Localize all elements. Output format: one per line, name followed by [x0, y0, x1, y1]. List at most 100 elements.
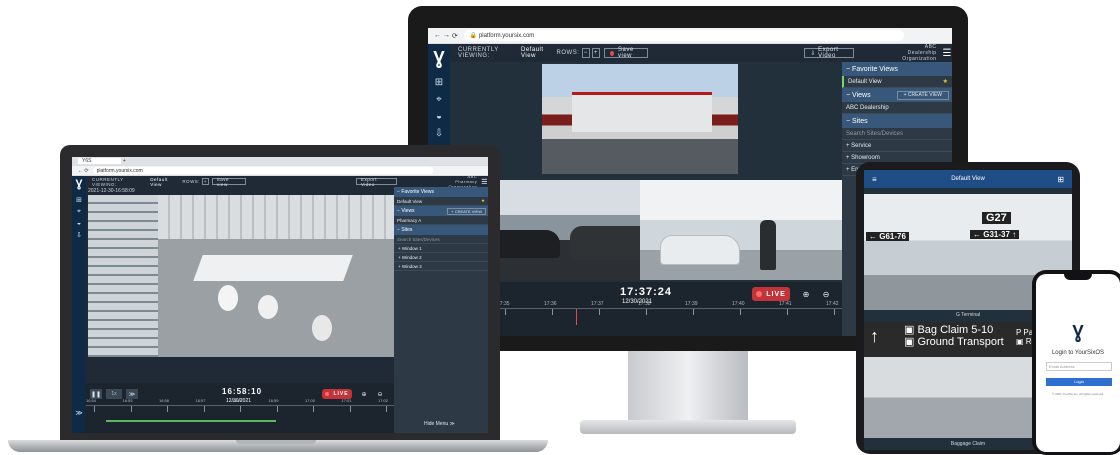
grid-icon[interactable]: ⊞ [1057, 175, 1064, 184]
phone-notch [1064, 274, 1092, 280]
rows-plus-button[interactable]: + [591, 48, 601, 58]
create-view-button[interactable]: + CREATE VIEW [896, 90, 949, 100]
time-tick-label: 17:00 [305, 398, 316, 403]
laptop: Y6S + ← ⟳ platform.yoursix.com CURRENTLY… [60, 145, 500, 441]
site-search-input[interactable]: Search Sites/Devices [842, 128, 952, 140]
speed-button[interactable]: 1x [106, 389, 122, 399]
time-tick [94, 406, 95, 412]
reload-icon[interactable]: ⟳ [452, 32, 458, 40]
browser-bar: ← → ⟳ 🔒 platform.yoursix.com [428, 28, 952, 44]
white-car-shape [660, 235, 740, 265]
currently-viewing-label: CURRENTLY VIEWING: [458, 47, 499, 59]
recording-bar [106, 420, 276, 422]
grid-icon[interactable]: ⊞ [435, 77, 443, 88]
favorite-views-header[interactable]: − Favorite Views [394, 187, 488, 197]
favorite-view-item[interactable]: Default View ★ [394, 197, 488, 206]
rows-label: ROWS: [556, 50, 580, 56]
export-video-button[interactable]: Export Video [356, 177, 397, 187]
monitor-timeline: ≫ 17:37:24 12/30/2021 LIVE ⊕ ⊖ 17:3417:3… [450, 282, 842, 336]
time-tick-label: 17:01 [341, 398, 352, 403]
save-view-button[interactable]: Save view [604, 47, 649, 59]
favorite-view-item[interactable]: Default View ★ [842, 76, 952, 88]
email-input[interactable]: Email Address [1046, 362, 1112, 371]
view-item[interactable]: Pharmacy A [394, 216, 488, 225]
tablet-title: Default View [951, 176, 985, 182]
download-icon[interactable]: ⇩ [76, 231, 82, 239]
person-shape [218, 285, 238, 311]
time-tick-label: 17:42 [826, 301, 839, 307]
views-header[interactable]: − Views + CREATE VIEW [842, 88, 952, 102]
yoursix-logo: Ɣ [75, 178, 83, 190]
up-arrow-icon: ↑ [870, 326, 879, 346]
time-tick-label: 16:56 [159, 398, 170, 403]
time-ruler[interactable]: 16:54 16:55 16:56 16:57 16:58 16:59 17:00 17:01… [86, 398, 394, 431]
site-item[interactable]: + Service [842, 140, 952, 152]
footer-text: © 2021 YourSix Inc. All rights reserved. [1052, 392, 1104, 396]
live-button[interactable]: LIVE [752, 287, 790, 301]
zoom-out-button[interactable]: ⊖ [818, 287, 834, 301]
views-header[interactable]: − Views + CREATE VIEW [394, 206, 488, 216]
site-item[interactable]: + Window 3 [394, 262, 488, 271]
rows-plus-button[interactable]: + [201, 178, 209, 185]
sites-header[interactable]: − Sites [842, 114, 952, 128]
map-pin-icon[interactable]: ⌖ [436, 94, 442, 105]
baggage-sign: ▣ Bag Claim 5-10 ▣ Ground Transport [904, 324, 1004, 348]
camera-icon[interactable]: ◒ [77, 220, 81, 227]
favorite-views-header[interactable]: − Favorite Views [842, 62, 952, 76]
camera-tile-service[interactable] [542, 64, 738, 174]
laptop-left-rail: Ɣ ⊞ ⌖ ◒ ⇩ ≫ [72, 176, 86, 433]
camera-tile-pharmacy[interactable] [88, 195, 394, 357]
forward-icon[interactable]: → [443, 32, 450, 39]
map-pin-icon[interactable]: ⌖ [77, 208, 81, 216]
time-tick [313, 406, 314, 412]
expand-icon[interactable]: ≫ [75, 409, 82, 417]
site-search-input[interactable]: Search Sites/Devices [394, 235, 488, 244]
camera-icon[interactable]: ◒ [436, 111, 442, 122]
reload-icon[interactable]: ⟳ [84, 168, 88, 174]
zoom-in-button[interactable]: ⊕ [358, 389, 370, 399]
url-text: platform.yoursix.com [478, 32, 535, 39]
save-view-button[interactable]: Save view [211, 177, 246, 187]
export-video-button[interactable]: ⇩ Export Video [804, 47, 855, 59]
time-tick [646, 309, 647, 315]
address-bar[interactable]: 🔒 platform.yoursix.com [463, 30, 904, 41]
star-icon[interactable]: ★ [481, 198, 485, 204]
time-tick-label: 16:54 [86, 398, 97, 403]
time-tick-label: 17:39 [685, 301, 698, 307]
login-button[interactable]: Login [1046, 378, 1112, 386]
back-icon[interactable]: ← [434, 32, 441, 39]
sites-header[interactable]: − Sites [394, 225, 488, 235]
view-item[interactable]: ABC Dealership [842, 102, 952, 114]
current-view-name: Default View [521, 47, 544, 59]
person-shape-3 [312, 315, 332, 341]
time-tick [130, 406, 132, 412]
create-view-button[interactable]: + CREATE VIEW [447, 207, 486, 215]
laptop-side-panel: − Favorite Views Default View ★ − Views + … [394, 187, 488, 433]
login-title: Login to YourSixOS [1051, 350, 1105, 356]
hamburger-menu-icon[interactable]: ☰ [481, 178, 488, 186]
menu-icon[interactable]: ≡ [872, 175, 877, 184]
star-icon[interactable]: ★ [943, 78, 948, 85]
laptop-screen: Y6S + ← ⟳ platform.yoursix.com CURRENTLY… [72, 157, 488, 433]
time-tick [203, 406, 205, 412]
zoom-in-button[interactable]: ⊕ [798, 287, 814, 301]
rows-minus-button[interactable]: − [581, 48, 590, 58]
time-tick-label: 17:40 [732, 301, 745, 307]
back-icon[interactable]: ← [78, 168, 83, 174]
hamburger-menu-icon[interactable]: ☰ [943, 48, 952, 59]
playhead[interactable] [576, 309, 577, 325]
download-icon[interactable]: ⇩ [435, 128, 443, 139]
phone: Ɣ Login to YourSixOS Email Address Login… [1032, 270, 1120, 455]
tab[interactable]: Y6S [78, 158, 122, 164]
hide-menu-button[interactable]: Hide Menu ≫ [424, 421, 455, 427]
site-item[interactable]: + Window 2 [394, 253, 488, 262]
laptop-tab-strip: Y6S + [72, 157, 488, 166]
address-bar[interactable]: platform.yoursix.com [92, 167, 433, 174]
lock-icon: 🔒 [469, 33, 478, 39]
time-ruler[interactable]: 17:3417:3517:3617:3717:3817:3917:4017:41… [450, 301, 842, 334]
site-item[interactable]: + Window 1 [394, 244, 488, 253]
time-tick-label: 17:41 [779, 301, 792, 307]
new-tab-icon[interactable]: + [123, 158, 126, 164]
camera-tile-showroom-right[interactable] [640, 180, 842, 280]
grid-icon[interactable]: ⊞ [76, 196, 82, 204]
